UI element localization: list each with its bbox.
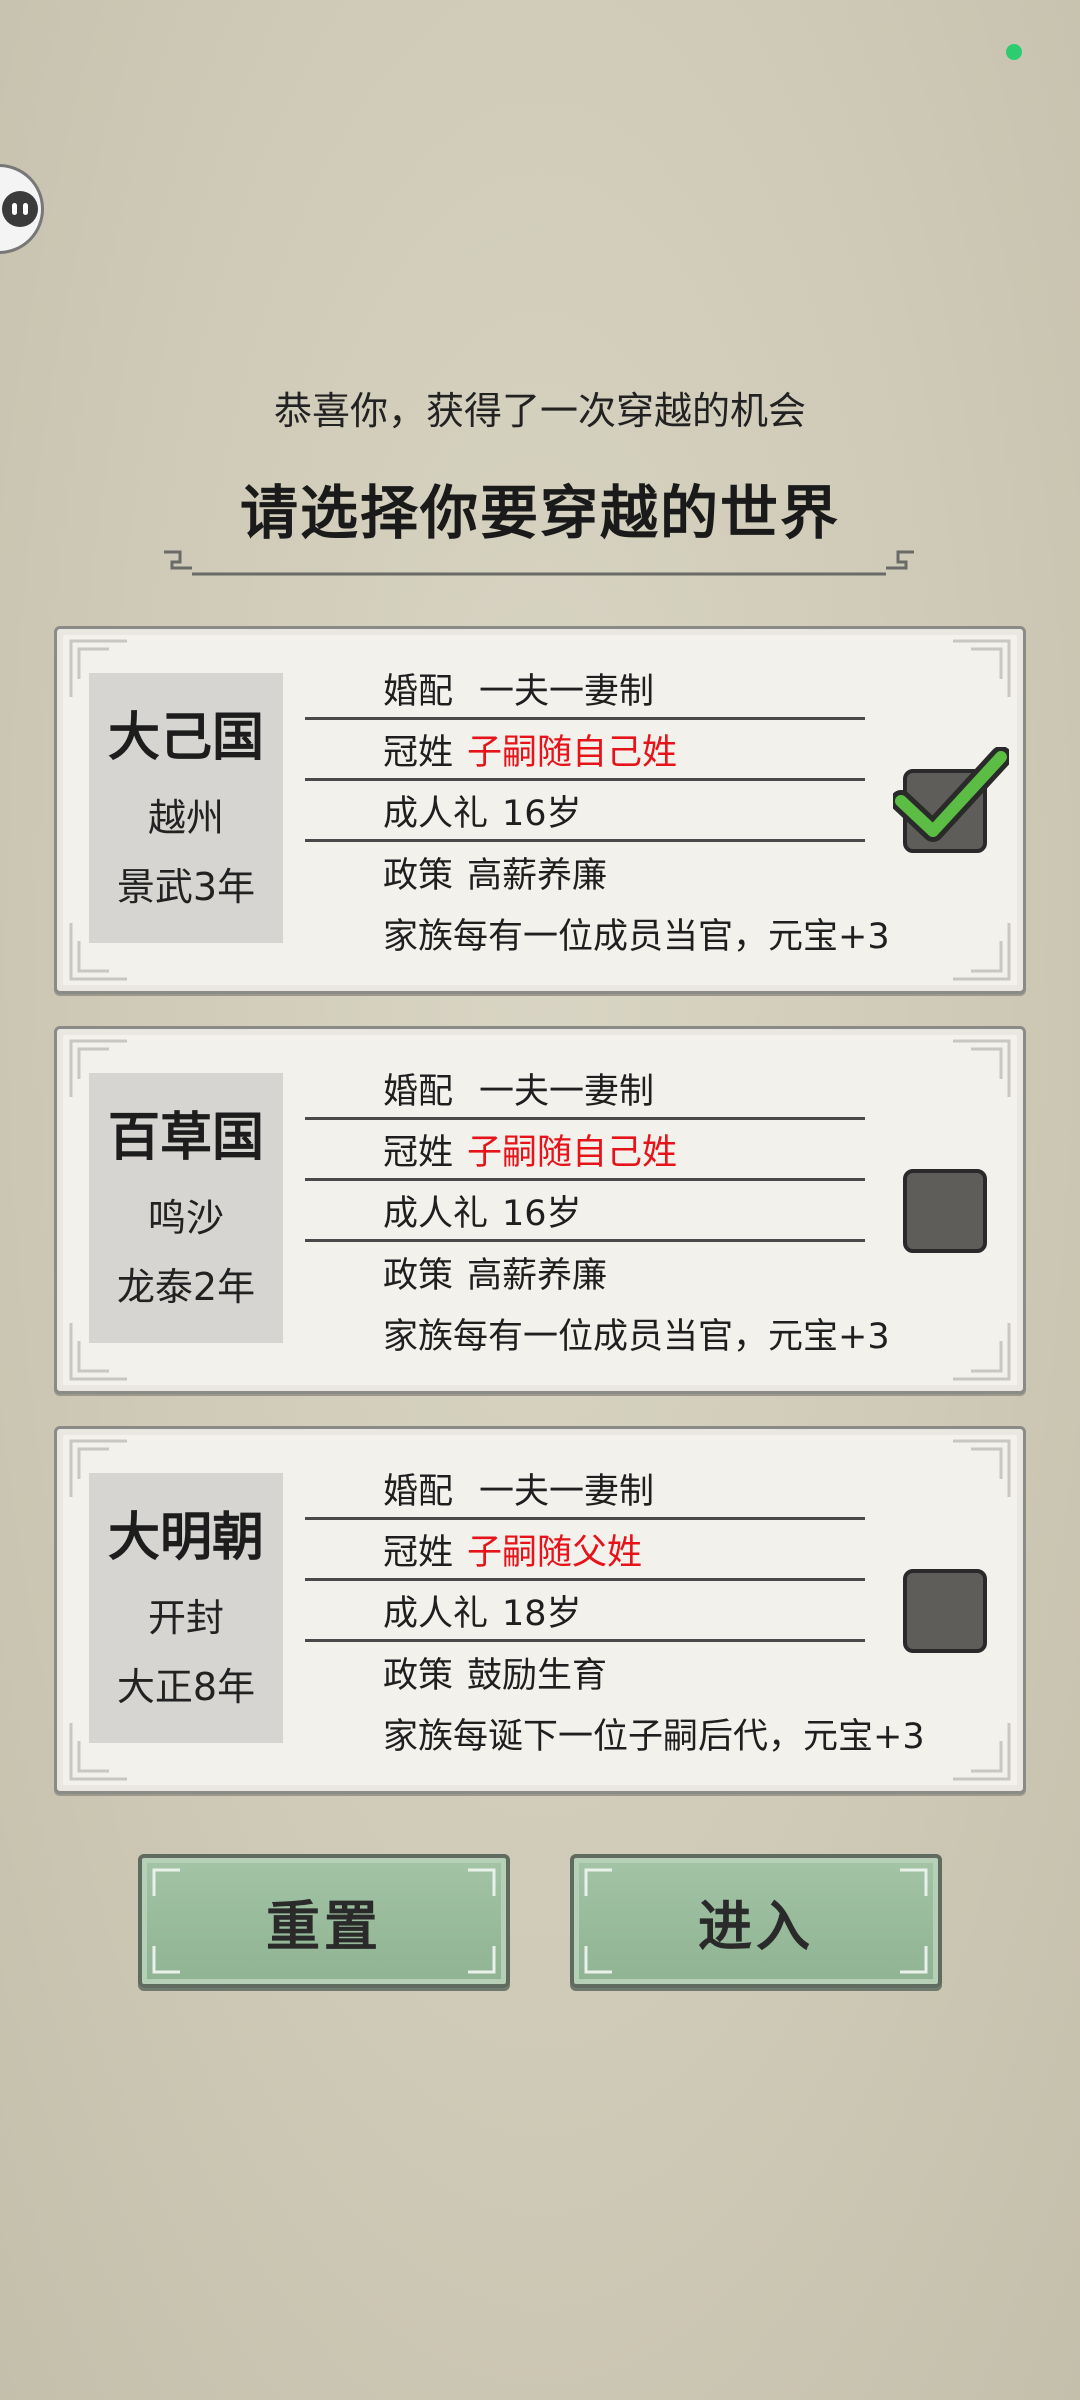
world-card-2[interactable]: 百草国 鸣沙 龙泰2年 婚配 一夫一妻制 冠姓 子嗣随自己姓 成人礼 16岁 政… <box>54 1026 1026 1394</box>
marriage-value: 一夫一妻制 <box>479 671 655 712</box>
reset-button[interactable]: 重置 <box>138 1854 510 1988</box>
surname-row: 冠姓 子嗣随自己姓 <box>305 720 865 781</box>
adulthood-row: 成人礼 16岁 <box>305 1181 865 1242</box>
check-icon <box>893 747 1009 842</box>
marriage-row: 婚配 一夫一妻制 <box>305 1459 865 1520</box>
adulthood-value: 18岁 <box>502 1593 582 1634</box>
nation-info-box: 大己国 越州 景武3年 <box>89 673 283 943</box>
world-card-3[interactable]: 大明朝 开封 大正8年 婚配 一夫一妻制 冠姓 子嗣随父姓 成人礼 18岁 政策… <box>54 1426 1026 1794</box>
nation-era: 大正8年 <box>116 1664 256 1709</box>
marriage-value: 一夫一妻制 <box>479 1471 655 1512</box>
surname-label: 冠姓 <box>383 1532 454 1573</box>
status-indicator-dot <box>1006 44 1022 60</box>
nation-region: 越州 <box>147 796 224 841</box>
page-title: 请选择你要穿越的世界 <box>239 479 840 547</box>
nation-name: 大明朝 <box>107 1508 264 1569</box>
policy-value: 高薪养廉 <box>467 856 608 896</box>
policy-label: 政策 <box>383 1656 454 1696</box>
assistant-face-icon <box>2 191 38 227</box>
floating-assistant-button[interactable] <box>0 164 44 254</box>
surname-value: 子嗣随父姓 <box>467 1532 643 1573</box>
marriage-row: 婚配 一夫一妻制 <box>305 1059 865 1120</box>
nation-era: 龙泰2年 <box>116 1264 256 1309</box>
adulthood-value: 16岁 <box>502 793 582 834</box>
nation-region: 鸣沙 <box>147 1196 224 1241</box>
policy-row: 政策 高薪养廉 <box>305 1242 865 1303</box>
nation-region: 开封 <box>147 1596 224 1641</box>
nation-info-box: 大明朝 开封 大正8年 <box>89 1473 283 1743</box>
policy-row: 政策 高薪养廉 <box>305 842 865 903</box>
world-select-checkbox[interactable] <box>903 1569 987 1653</box>
nation-info-box: 百草国 鸣沙 龙泰2年 <box>89 1073 283 1343</box>
nation-name: 大己国 <box>107 708 264 769</box>
policy-description: 家族每有一位成员当官，元宝+3 <box>383 1316 890 1357</box>
policy-label: 政策 <box>383 1256 454 1296</box>
adulthood-value: 16岁 <box>502 1193 582 1234</box>
surname-row: 冠姓 子嗣随自己姓 <box>305 1120 865 1181</box>
nation-name: 百草国 <box>107 1108 264 1169</box>
policy-value: 鼓励生育 <box>467 1656 608 1696</box>
title-divider-ornament <box>164 550 914 576</box>
marriage-label: 婚配 <box>383 1471 454 1512</box>
surname-row: 冠姓 子嗣随父姓 <box>305 1520 865 1581</box>
surname-label: 冠姓 <box>383 1132 454 1173</box>
marriage-label: 婚配 <box>383 1071 454 1112</box>
page-subtitle: 恭喜你，获得了一次穿越的机会 <box>273 389 806 433</box>
adulthood-label: 成人礼 <box>383 1193 489 1234</box>
world-attributes: 婚配 一夫一妻制 冠姓 子嗣随自己姓 成人礼 16岁 政策 高薪养廉 家族每有一… <box>305 659 890 963</box>
enter-button[interactable]: 进入 <box>570 1854 942 1988</box>
adulthood-row: 成人礼 16岁 <box>305 781 865 842</box>
adulthood-row: 成人礼 18岁 <box>305 1581 865 1642</box>
enter-button-label: 进入 <box>698 1894 814 1958</box>
surname-label: 冠姓 <box>383 732 454 773</box>
nation-era: 景武3年 <box>116 864 256 909</box>
surname-value: 子嗣随自己姓 <box>467 1132 678 1173</box>
policy-row: 政策 鼓励生育 <box>305 1642 865 1703</box>
adulthood-label: 成人礼 <box>383 793 489 834</box>
world-select-checkbox[interactable] <box>903 1169 987 1253</box>
adulthood-label: 成人礼 <box>383 1593 489 1634</box>
policy-description: 家族每有一位成员当官，元宝+3 <box>383 916 890 957</box>
world-attributes: 婚配 一夫一妻制 冠姓 子嗣随自己姓 成人礼 16岁 政策 高薪养廉 家族每有一… <box>305 1059 890 1363</box>
policy-description: 家族每诞下一位子嗣后代，元宝+3 <box>383 1716 925 1757</box>
world-card-1[interactable]: 大己国 越州 景武3年 婚配 一夫一妻制 冠姓 子嗣随自己姓 成人礼 16岁 政… <box>54 626 1026 994</box>
surname-value: 子嗣随自己姓 <box>467 732 678 773</box>
policy-label: 政策 <box>383 856 454 896</box>
marriage-value: 一夫一妻制 <box>479 1071 655 1112</box>
world-attributes: 婚配 一夫一妻制 冠姓 子嗣随父姓 成人礼 18岁 政策 鼓励生育 家族每诞下一… <box>305 1459 925 1763</box>
policy-value: 高薪养廉 <box>467 1256 608 1296</box>
marriage-label: 婚配 <box>383 671 454 712</box>
marriage-row: 婚配 一夫一妻制 <box>305 659 865 720</box>
reset-button-label: 重置 <box>266 1894 382 1958</box>
